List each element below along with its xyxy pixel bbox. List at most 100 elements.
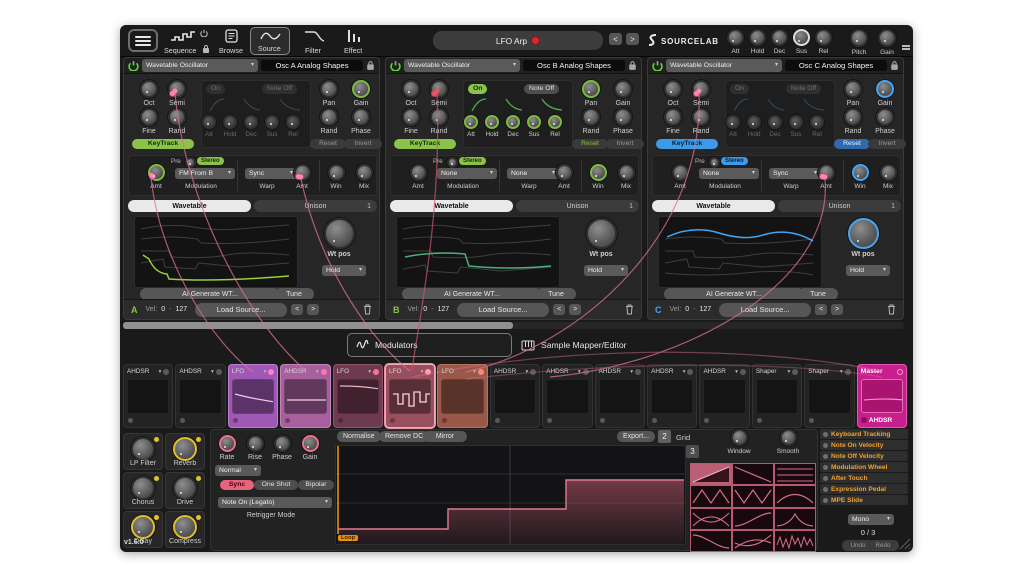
tab-wavetable[interactable]: Wavetable <box>128 200 251 212</box>
tab-wavetable[interactable]: Wavetable <box>390 200 513 212</box>
fx-reverb[interactable]: Reverb <box>165 433 205 470</box>
note-off-button[interactable]: Note Off <box>786 84 821 94</box>
env-on-button[interactable]: On <box>206 84 225 94</box>
load-source-button[interactable]: Load Source... <box>457 303 549 317</box>
env-sus-knob[interactable] <box>527 115 541 129</box>
reset-button[interactable]: Reset <box>834 139 870 149</box>
oct-knob[interactable] <box>140 80 158 98</box>
stereo-button[interactable]: Stereo <box>459 157 486 165</box>
win-knob[interactable] <box>590 164 607 181</box>
vel-min[interactable]: 0 <box>423 306 427 313</box>
env-dec-knob[interactable] <box>506 115 520 129</box>
shape-ramp-up[interactable] <box>690 463 732 485</box>
load-source-button[interactable]: Load Source... <box>195 303 287 317</box>
retrigger-select[interactable]: Note On (Legato)▾ <box>218 497 332 508</box>
modulation-select[interactable]: None▾ <box>699 168 759 179</box>
mix-knob[interactable] <box>618 164 635 181</box>
fine-knob[interactable] <box>664 108 682 126</box>
mod-amt-knob[interactable] <box>148 164 165 181</box>
wt-pos-knob[interactable] <box>324 218 355 249</box>
osc-power-icon[interactable] <box>390 60 401 71</box>
fx-compress[interactable]: Compress <box>165 511 205 548</box>
wt-mode-select[interactable]: Hold▾ <box>322 265 366 276</box>
env-rel-knob[interactable] <box>286 115 300 129</box>
preset-field[interactable]: LFO Arp <box>433 31 603 50</box>
tab-effect[interactable]: Effect <box>338 29 372 55</box>
tab-unison[interactable]: Unison1 <box>778 200 901 212</box>
sample-mapper-button[interactable]: Sample Mapper/Editor <box>521 337 627 353</box>
warp-amt-knob[interactable] <box>818 164 835 181</box>
shape-sine-cross[interactable] <box>690 508 732 530</box>
osc-name-field[interactable]: Osc B Analog Shapes <box>523 60 625 71</box>
fine-knob[interactable] <box>140 108 158 126</box>
osc-gain-knob[interactable] <box>614 80 632 98</box>
dec-knob[interactable] <box>771 29 788 46</box>
tab-unison[interactable]: Unison1 <box>254 200 377 212</box>
vel-min[interactable]: 0 <box>685 306 689 313</box>
sus-knob[interactable] <box>793 29 810 46</box>
mod-slot-8[interactable]: AHDSR▾ <box>490 364 540 428</box>
source-prev-button[interactable]: < <box>815 304 827 315</box>
mod-slot-10[interactable]: AHDSR▾ <box>595 364 645 428</box>
pitch-knob[interactable] <box>850 29 868 47</box>
env-on-button[interactable]: On <box>468 84 487 94</box>
osc-gain-knob[interactable] <box>352 80 370 98</box>
fx-lp-filter[interactable]: LP Filter <box>123 433 163 470</box>
modulators-button[interactable]: Modulators <box>347 333 512 357</box>
oct-knob[interactable] <box>402 80 420 98</box>
osc-scrollbar-thumb[interactable] <box>123 322 513 329</box>
warp-amt-knob[interactable] <box>294 164 311 181</box>
source-after-touch[interactable]: After Touch <box>820 473 908 483</box>
mod-slot-11[interactable]: AHDSR▾ <box>647 364 697 428</box>
source-prev-button[interactable]: < <box>291 304 303 315</box>
source-keyboard-tracking[interactable]: Keyboard Tracking <box>820 429 908 439</box>
lfo-rate-knob[interactable] <box>219 435 236 452</box>
lfo-phase-knob[interactable] <box>274 435 291 452</box>
shape-bell[interactable] <box>774 508 816 530</box>
redo-button[interactable]: Redo <box>867 540 899 551</box>
preset-prev-button[interactable]: < <box>609 33 622 45</box>
source-next-button[interactable]: > <box>831 304 843 315</box>
env-hold-knob[interactable] <box>747 115 761 129</box>
mod-slot-13[interactable]: Shaper▾ <box>752 364 802 428</box>
vel-max[interactable]: 127 <box>437 306 449 313</box>
mod-slot-7[interactable]: LFO▾ <box>437 364 487 428</box>
mod-slot-4[interactable]: AHDSR▾ <box>280 364 330 428</box>
shape-noise[interactable] <box>774 530 816 552</box>
env-att-knob[interactable] <box>464 115 478 129</box>
osc-type-select[interactable]: Wavetable Oscillator▾ <box>404 59 520 72</box>
pre-knob[interactable] <box>709 157 720 168</box>
pan-rand-knob[interactable] <box>582 108 600 126</box>
lfo-gain-knob[interactable] <box>302 435 319 452</box>
pan-rand-knob[interactable] <box>320 108 338 126</box>
vel-max[interactable]: 127 <box>175 306 187 313</box>
osc-scrollbar-track[interactable] <box>123 322 904 329</box>
lock-icon[interactable] <box>366 60 375 71</box>
load-source-button[interactable]: Load Source... <box>719 303 811 317</box>
normalise-button[interactable]: Normalise <box>337 431 381 442</box>
shape-dome[interactable] <box>774 485 816 507</box>
reset-button[interactable]: Reset <box>310 139 346 149</box>
osc-name-field[interactable]: Osc C Analog Shapes <box>785 60 887 71</box>
source-note-on-velocity[interactable]: Note On Velocity <box>820 440 908 450</box>
trash-icon[interactable] <box>887 304 896 315</box>
mirror-button[interactable]: Mirror <box>423 431 467 442</box>
env-sus-knob[interactable] <box>789 115 803 129</box>
hold-knob[interactable] <box>749 29 766 46</box>
phase-knob[interactable] <box>614 108 632 126</box>
tab-unison[interactable]: Unison1 <box>516 200 639 212</box>
rel-knob[interactable] <box>815 29 832 46</box>
pan-knob[interactable] <box>844 80 862 98</box>
stereo-button[interactable]: Stereo <box>197 157 224 165</box>
tab-browse[interactable]: Browse <box>216 29 248 55</box>
mod-slot-14[interactable]: Shaper▾ <box>804 364 854 428</box>
source-prev-button[interactable]: < <box>553 304 565 315</box>
env-dec-knob[interactable] <box>244 115 258 129</box>
env-att-knob[interactable] <box>726 115 740 129</box>
env-hold-knob[interactable] <box>223 115 237 129</box>
wavetable-display[interactable] <box>658 216 822 288</box>
shape-ramp-down[interactable] <box>732 463 774 485</box>
smooth-knob[interactable] <box>780 429 797 446</box>
mod-amt-knob[interactable] <box>672 164 689 181</box>
shape-s-curve[interactable] <box>732 508 774 530</box>
